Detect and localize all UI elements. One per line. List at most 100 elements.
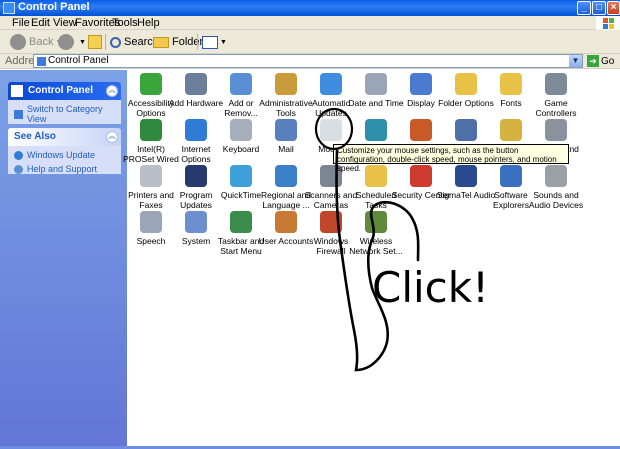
maximize-button[interactable]: □: [592, 1, 606, 15]
chevron-down-icon: ▼: [220, 38, 227, 46]
search-button[interactable]: Search: [110, 33, 159, 51]
menu-edit[interactable]: Edit: [31, 17, 50, 29]
item-sounds-audio[interactable]: Sounds and Audio Devices: [526, 165, 586, 210]
windows-firewall-icon: [320, 211, 342, 233]
windows-update-label: Windows Update: [27, 150, 96, 160]
address-value: Control Panel: [48, 55, 109, 66]
mouse-icon: [320, 119, 342, 141]
category-view-icon: [14, 109, 23, 119]
see-also-panel-header[interactable]: See Also ︽: [8, 128, 121, 146]
game-controllers-icon: [545, 73, 567, 95]
help-icon: [14, 164, 23, 174]
scheduled-tasks-icon: [365, 165, 387, 187]
address-bar: Address Control Panel ▼ ➜ Go: [0, 54, 620, 69]
control-panel-icon: [10, 84, 24, 98]
views-icon: [202, 35, 218, 49]
window-title: Control Panel: [18, 1, 90, 13]
speech-icon: [140, 211, 162, 233]
control-panel-icon: [37, 57, 46, 66]
mouse-tooltip: Customize your mouse settings, such as t…: [333, 144, 569, 173]
control-panel-window-icon: [3, 2, 15, 14]
fonts-icon: [500, 73, 522, 95]
windows-logo-icon: [596, 16, 620, 30]
administrative-tools-icon: [275, 73, 297, 95]
regional-language-icon: [275, 165, 297, 187]
item-game-controllers[interactable]: Game Controllers: [526, 73, 586, 118]
security-center-icon: [410, 165, 432, 187]
back-arrow-icon: [10, 34, 26, 50]
system-icon: [185, 211, 207, 233]
internet-options-icon: [185, 119, 207, 141]
search-icon: [110, 36, 121, 48]
menu-file[interactable]: File: [12, 17, 30, 29]
wireless-network-icon: [365, 211, 387, 233]
see-also-panel: See Also ︽ Windows Update Help and Suppo…: [8, 128, 121, 174]
views-button[interactable]: ▼: [202, 33, 227, 51]
program-updates-icon: [185, 165, 207, 187]
phone-modem-icon: [455, 119, 477, 141]
folders-button[interactable]: Folders: [153, 33, 209, 51]
up-folder-button[interactable]: [88, 33, 102, 51]
printers-faxes-icon: [140, 165, 162, 187]
keyboard-icon: [230, 119, 252, 141]
intel-proset-icon: [140, 119, 162, 141]
taskbar-start-menu-icon: [230, 211, 252, 233]
switch-category-label: Switch to Category View: [27, 104, 103, 124]
folder-options-icon: [455, 73, 477, 95]
folders-icon: [153, 36, 169, 48]
go-label: Go: [601, 55, 615, 67]
panel-title: Control Panel: [28, 85, 94, 96]
up-folder-icon: [88, 35, 102, 49]
forward-button[interactable]: ▼: [58, 33, 86, 51]
menu-help[interactable]: Help: [137, 17, 160, 29]
menu-tools[interactable]: Tools: [112, 17, 138, 29]
help-support-label: Help and Support: [27, 164, 98, 174]
help-support-link[interactable]: Help and Support: [8, 162, 121, 176]
chevron-down-icon: ▼: [79, 38, 86, 46]
toolbar: Back ▼ ▼ Search Folders ▼: [0, 30, 620, 54]
minimize-button[interactable]: _: [577, 1, 591, 15]
automatic-updates-icon: [320, 73, 342, 95]
menu-bar: File Edit View Favorites Tools Help: [0, 16, 620, 30]
toolbar-separator: [105, 34, 106, 50]
date-time-icon: [365, 73, 387, 95]
panel-title: See Also: [14, 131, 56, 142]
switch-category-view-link[interactable]: Switch to Category View: [8, 100, 121, 126]
control-panel-panel-header[interactable]: Control Panel ︽: [8, 82, 121, 100]
menu-view[interactable]: View: [53, 17, 77, 29]
item-label: Game Controllers: [535, 98, 577, 118]
sounds-audio-icon: [545, 165, 567, 187]
network-connections-icon: [365, 119, 387, 141]
forward-arrow-icon: [58, 34, 74, 50]
windows-update-link[interactable]: Windows Update: [8, 146, 121, 162]
item-wireless-network[interactable]: Wireless Network Set...: [346, 211, 406, 256]
home-network-icon: [410, 119, 432, 141]
task-pane: Control Panel ︽ Switch to Category View …: [0, 70, 127, 449]
add-hardware-icon: [185, 73, 207, 95]
address-dropdown-button[interactable]: ▼: [569, 55, 582, 67]
back-button[interactable]: Back ▼: [10, 33, 62, 51]
windows-update-icon: [14, 150, 23, 160]
address-input[interactable]: Control Panel ▼: [33, 54, 583, 68]
display-icon: [410, 73, 432, 95]
sigmatel-audio-icon: [455, 165, 477, 187]
item-label: Sounds and Audio Devices: [528, 190, 584, 210]
go-arrow-icon: ➜: [587, 55, 599, 67]
accessibility-icon: [140, 73, 162, 95]
back-label: Back: [29, 36, 54, 48]
regional-options-icon: [545, 119, 567, 141]
go-button[interactable]: ➜ Go: [587, 55, 614, 67]
control-panel-panel: Control Panel ︽ Switch to Category View: [8, 82, 121, 124]
close-button[interactable]: ×: [607, 1, 620, 15]
collapse-icon[interactable]: ︽: [106, 85, 118, 97]
software-explorers-icon: [500, 165, 522, 187]
title-bar[interactable]: Control Panel _ □ ×: [0, 0, 620, 16]
power-options-icon: [500, 119, 522, 141]
add-remove-programs-icon: [230, 73, 252, 95]
collapse-icon[interactable]: ︽: [106, 131, 118, 143]
annotation-text: Click!: [372, 263, 489, 312]
toolbar-separator: [197, 34, 198, 50]
quicktime-icon: [230, 165, 252, 187]
user-accounts-icon: [275, 211, 297, 233]
mail-icon: [275, 119, 297, 141]
